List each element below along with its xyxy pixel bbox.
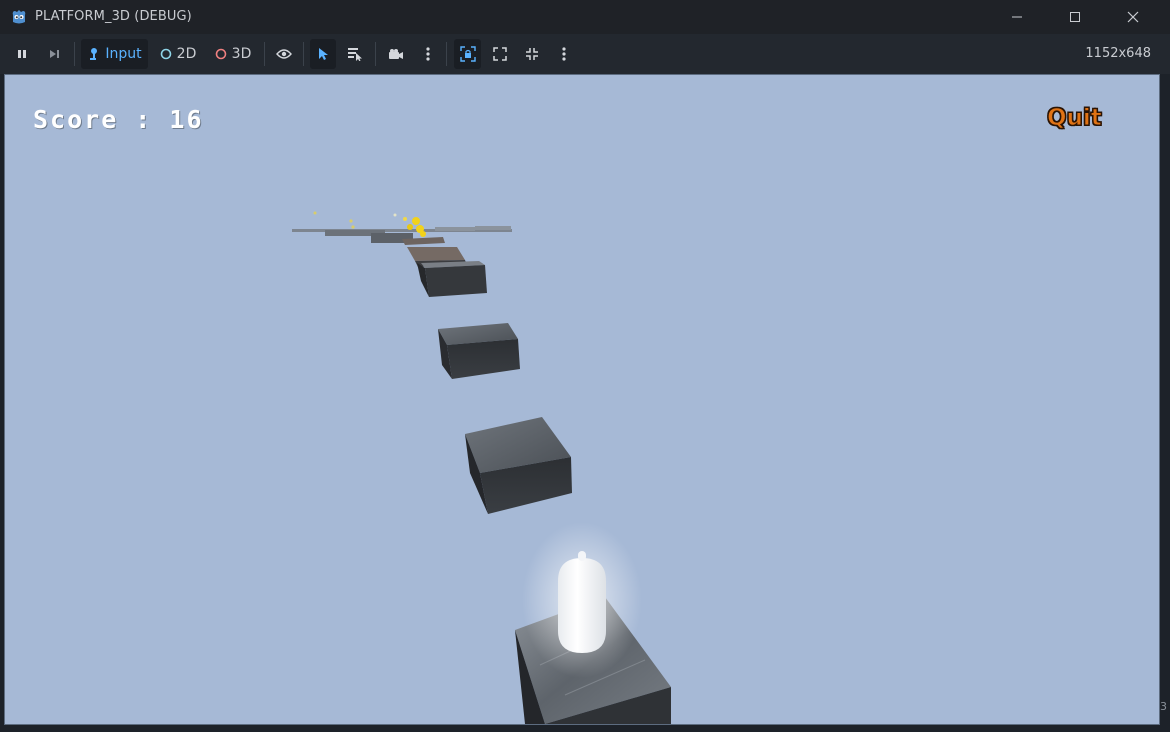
maximize-icon	[1070, 12, 1080, 22]
mode-2d-button[interactable]: 2D	[155, 39, 201, 69]
resolution-label: 1152x648	[1085, 46, 1151, 61]
circle-3d-icon	[215, 48, 226, 60]
toolbar-separator	[446, 42, 447, 66]
expand-icon	[493, 47, 507, 61]
pause-icon	[18, 50, 26, 58]
score-label: Score : 16	[33, 105, 204, 134]
platform-far	[402, 237, 487, 297]
fit-size-button[interactable]	[488, 39, 512, 69]
input-toggle-button[interactable]: Input	[81, 39, 148, 69]
pause-button[interactable]	[10, 39, 34, 69]
lock-frame-icon	[459, 46, 476, 62]
next-frame-button[interactable]	[42, 39, 66, 69]
next-frame-icon	[50, 50, 59, 58]
game-viewport[interactable]: Score : 16 Quit	[4, 74, 1160, 725]
close-icon	[1127, 11, 1139, 23]
toolbar-separator	[264, 42, 265, 66]
mode-3d-button[interactable]: 3D	[210, 39, 256, 69]
eye-icon	[276, 49, 292, 59]
minimize-icon	[1012, 16, 1022, 18]
toolbar-separator	[375, 42, 376, 66]
select-mode-button[interactable]	[310, 39, 336, 69]
player-capsule	[522, 522, 642, 678]
distant-platforms	[292, 226, 512, 243]
window-title: PLATFORM_3D (DEBUG)	[35, 9, 192, 24]
list-cursor-icon	[348, 48, 362, 61]
game-scene	[292, 211, 671, 724]
embed-options-menu[interactable]	[554, 39, 574, 69]
visibility-button[interactable]	[272, 39, 296, 69]
platform-near	[465, 417, 572, 514]
minimize-button[interactable]	[988, 0, 1046, 34]
cursor-icon	[319, 48, 328, 60]
camera-options-menu[interactable]	[418, 39, 438, 69]
kebab-icon	[562, 47, 566, 61]
maximize-button[interactable]	[1046, 0, 1104, 34]
edge-glyph: 3	[1160, 700, 1167, 713]
title-bar: PLATFORM_3D (DEBUG)	[0, 0, 1170, 34]
circle-2d-icon	[160, 48, 171, 60]
toolbar-separator	[74, 42, 75, 66]
input-label: Input	[105, 46, 142, 62]
toolbar-separator	[303, 42, 304, 66]
keep-aspect-button[interactable]	[520, 39, 544, 69]
camera-override-button[interactable]	[383, 39, 409, 69]
godot-icon	[12, 10, 26, 24]
quit-button[interactable]: Quit	[1047, 105, 1103, 132]
mode-2d-label: 2D	[176, 46, 197, 62]
shrink-icon	[526, 48, 538, 60]
embed-lock-button[interactable]	[454, 39, 481, 69]
platform-mid	[438, 323, 520, 379]
kebab-icon	[426, 47, 430, 61]
mode-3d-label: 3D	[231, 46, 252, 62]
joystick-icon	[90, 48, 98, 60]
close-button[interactable]	[1104, 0, 1162, 34]
debug-toolbar: Input 2D 3D	[0, 34, 1170, 74]
camera-icon	[389, 49, 403, 59]
list-select-button[interactable]	[343, 39, 367, 69]
